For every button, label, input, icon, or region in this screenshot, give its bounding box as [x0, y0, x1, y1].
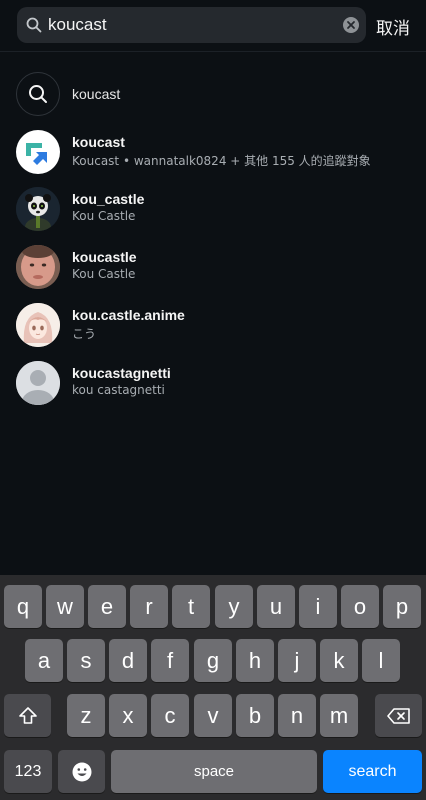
- keyboard: q w e r t y u i o p a s d f g h j k l z …: [0, 575, 426, 800]
- search-icon: [29, 85, 47, 103]
- key-y[interactable]: y: [215, 585, 253, 628]
- key-q[interactable]: q: [4, 585, 42, 628]
- backspace-icon: [386, 707, 410, 724]
- key-g[interactable]: g: [194, 639, 232, 682]
- cancel-button[interactable]: 取消: [376, 14, 410, 39]
- key-b[interactable]: b: [236, 694, 274, 737]
- key-i[interactable]: i: [299, 585, 337, 628]
- search-key[interactable]: search: [323, 750, 422, 793]
- account-result-koucast[interactable]: koucast Koucast • wannatalk0824 + 其他 155…: [0, 130, 426, 188]
- key-w[interactable]: w: [46, 585, 84, 628]
- emoji-key[interactable]: [58, 750, 105, 793]
- key-l[interactable]: l: [362, 639, 400, 682]
- avatar: [16, 303, 60, 347]
- account-subtitle: こう: [72, 327, 97, 341]
- key-s[interactable]: s: [67, 639, 105, 682]
- account-subtitle: Koucast • wannatalk0824 + 其他 155 人的追蹤對象: [72, 154, 371, 168]
- key-f[interactable]: f: [151, 639, 189, 682]
- account-subtitle: Kou Castle: [72, 209, 136, 223]
- backspace-key[interactable]: [375, 694, 422, 737]
- anime-girl-icon: [16, 303, 60, 347]
- account-result-kou-castle-anime[interactable]: kou.castle.anime こう: [0, 303, 426, 361]
- avatar: [16, 245, 60, 289]
- clear-search-button[interactable]: [343, 17, 359, 33]
- key-e[interactable]: e: [88, 585, 126, 628]
- key-h[interactable]: h: [236, 639, 274, 682]
- shift-key[interactable]: [4, 694, 51, 737]
- close-icon: [347, 21, 355, 29]
- keyword-text: koucast: [72, 86, 121, 102]
- search-input[interactable]: [48, 7, 348, 43]
- key-p[interactable]: p: [383, 585, 421, 628]
- search-icon: [26, 17, 42, 33]
- key-j[interactable]: j: [278, 639, 316, 682]
- key-o[interactable]: o: [341, 585, 379, 628]
- account-username: koucastle: [72, 249, 137, 265]
- account-result-kou-castle[interactable]: kou_castle Kou Castle: [0, 187, 426, 245]
- shift-arrow-icon: [18, 706, 37, 724]
- keyword-avatar: [16, 72, 60, 116]
- key-v[interactable]: v: [194, 694, 232, 737]
- avatar: [16, 187, 60, 231]
- space-key[interactable]: space: [111, 750, 317, 793]
- key-a[interactable]: a: [25, 639, 63, 682]
- search-header: 取消: [0, 0, 426, 52]
- key-z[interactable]: z: [67, 694, 105, 737]
- avatar: [16, 130, 60, 174]
- key-u[interactable]: u: [257, 585, 295, 628]
- account-username: koucastagnetti: [72, 365, 171, 381]
- person-photo-icon: [16, 245, 60, 289]
- search-field[interactable]: [17, 7, 366, 43]
- koucast-logo-icon: [26, 143, 47, 165]
- key-t[interactable]: t: [172, 585, 210, 628]
- avatar: [16, 361, 60, 405]
- key-c[interactable]: c: [151, 694, 189, 737]
- key-n[interactable]: n: [278, 694, 316, 737]
- keyword-suggestion[interactable]: koucast: [0, 72, 426, 130]
- account-username: kou_castle: [72, 191, 145, 207]
- account-result-koucastagnetti[interactable]: koucastagnetti kou castagnetti: [0, 361, 426, 419]
- account-username: kou.castle.anime: [72, 307, 185, 323]
- numbers-key[interactable]: 123: [4, 750, 52, 793]
- panda-avatar-icon: [16, 187, 60, 231]
- account-result-koucastle[interactable]: koucastle Kou Castle: [0, 245, 426, 303]
- key-x[interactable]: x: [109, 694, 147, 737]
- key-m[interactable]: m: [320, 694, 358, 737]
- account-subtitle: kou castagnetti: [72, 383, 165, 397]
- default-avatar-icon: [16, 361, 60, 405]
- emoji-icon: [72, 762, 91, 781]
- key-k[interactable]: k: [320, 639, 358, 682]
- key-r[interactable]: r: [130, 585, 168, 628]
- account-username: koucast: [72, 134, 125, 150]
- key-d[interactable]: d: [109, 639, 147, 682]
- account-subtitle: Kou Castle: [72, 267, 136, 281]
